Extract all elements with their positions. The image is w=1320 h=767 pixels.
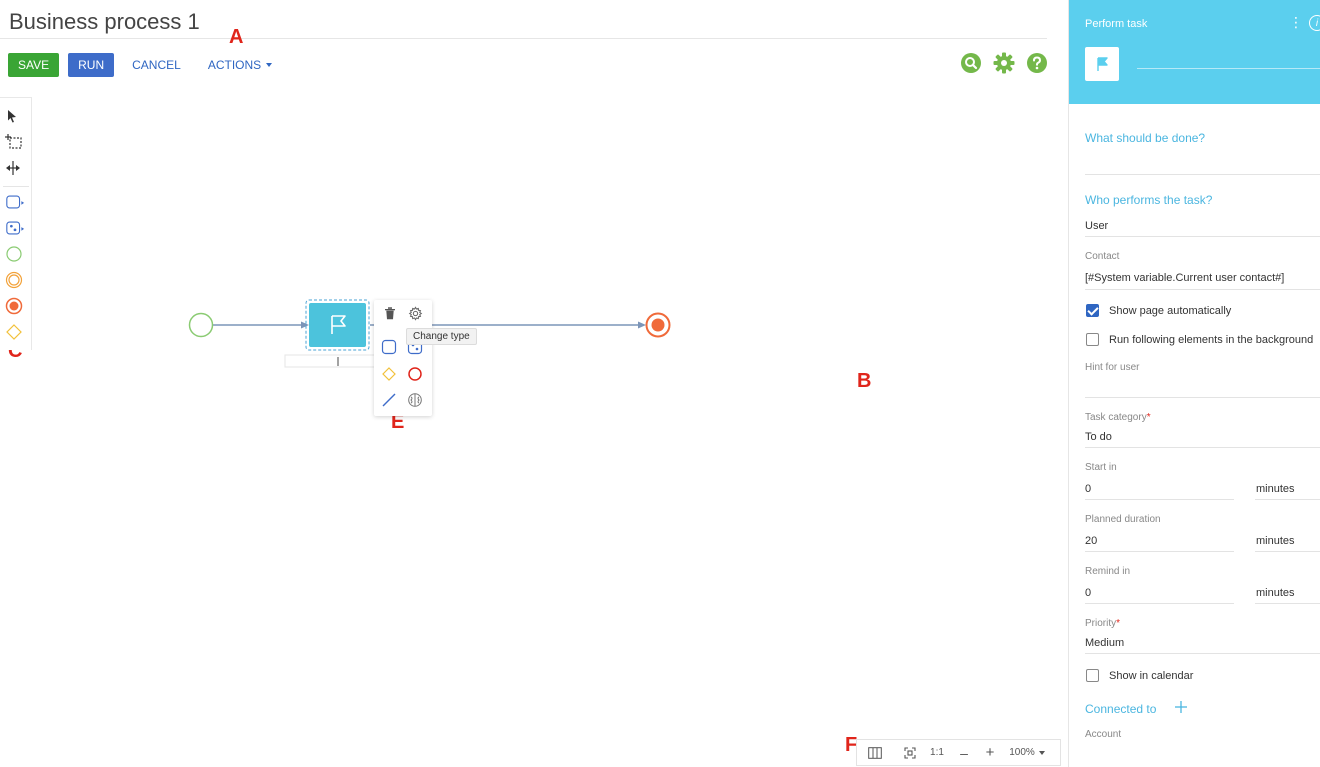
run-background-checkbox[interactable] — [1086, 333, 1099, 346]
reset-zoom-button[interactable]: 1:1 — [927, 740, 947, 765]
contact-field[interactable]: [#System variable.Current user contact#] — [1085, 272, 1284, 284]
element-type-icon-box — [1085, 47, 1119, 81]
cancel-button[interactable]: CANCEL — [132, 58, 181, 72]
start-event-tool-icon[interactable] — [5, 245, 25, 263]
priority-field[interactable]: Medium — [1085, 637, 1124, 649]
zoom-level-value: 100% — [1009, 747, 1035, 758]
start-in-label: Start in — [1085, 462, 1117, 473]
priority-label: Priority* — [1085, 618, 1121, 629]
element-context-pad — [374, 300, 432, 416]
help-icon[interactable] — [1026, 52, 1048, 74]
task-label-box[interactable] — [284, 354, 386, 368]
designer-toolbar: SAVE RUN CANCEL ACTIONS — [8, 52, 299, 77]
remind-in-unit-select[interactable]: minutes — [1256, 587, 1295, 599]
element-name-input[interactable] — [1137, 68, 1320, 69]
start-in-unit-select[interactable]: minutes — [1256, 483, 1295, 495]
field-underline — [1085, 236, 1320, 237]
hint-field[interactable] — [1085, 397, 1320, 398]
end-event-tool-icon[interactable] — [5, 297, 25, 315]
planned-duration-label: Planned duration — [1085, 514, 1161, 525]
chevron-down-icon — [1038, 750, 1045, 755]
gateway-tool-icon[interactable] — [5, 323, 25, 341]
panel-header: Perform task ⋮ i — [1069, 0, 1320, 104]
panel-title: Perform task — [1085, 18, 1148, 30]
element-properties-panel: Perform task ⋮ i What should be done? Wh… — [1068, 0, 1320, 767]
flag-icon — [1097, 57, 1108, 71]
info-icon[interactable]: i — [1309, 15, 1320, 31]
page-title: Business process 1 — [9, 9, 200, 34]
title-divider — [0, 38, 1047, 39]
planned-duration-unit-select[interactable]: minutes — [1256, 535, 1295, 547]
gateway-type-icon[interactable] — [380, 365, 398, 383]
header-icon-group — [960, 52, 1059, 74]
remind-in-label: Remind in — [1085, 566, 1131, 577]
settings-gear-icon[interactable] — [406, 304, 424, 322]
what-should-be-done-field[interactable] — [1085, 174, 1320, 175]
pointer-tool-icon[interactable] — [5, 107, 25, 125]
more-options-icon[interactable]: ⋮ — [1289, 14, 1303, 31]
fit-screen-icon[interactable] — [893, 740, 927, 765]
show-in-calendar-checkbox[interactable] — [1086, 669, 1099, 682]
run-button[interactable]: RUN — [68, 52, 115, 77]
field-underline — [1255, 499, 1320, 500]
subprocess-tool-icon[interactable] — [5, 219, 25, 237]
task-type-icon[interactable] — [380, 338, 398, 356]
brain-icon[interactable] — [406, 391, 424, 409]
end-event-type-icon[interactable] — [406, 365, 424, 383]
connected-to-link[interactable]: Connected to — [1085, 702, 1156, 716]
zoom-level-select[interactable]: 100% — [999, 740, 1055, 765]
element-palette — [0, 97, 32, 350]
what-should-be-done-link[interactable]: What should be done? — [1085, 131, 1205, 145]
field-underline — [1085, 653, 1320, 654]
palette-divider — [3, 186, 29, 187]
field-underline — [1085, 551, 1234, 552]
zoom-in-button[interactable]: + — [981, 740, 999, 765]
run-background-label: Run following elements in the background — [1109, 334, 1314, 346]
intermediate-event-tool-icon[interactable] — [5, 271, 25, 289]
contact-label: Contact — [1085, 251, 1120, 262]
account-label: Account — [1085, 729, 1122, 740]
gear-icon[interactable] — [993, 52, 1015, 74]
field-underline — [1085, 603, 1234, 604]
field-underline — [1255, 603, 1320, 604]
lasso-tool-icon[interactable] — [5, 133, 25, 151]
chevron-down-icon — [266, 62, 273, 67]
start-in-field[interactable]: 0 — [1085, 483, 1091, 495]
task-category-label: Task category* — [1085, 412, 1151, 423]
diagram-canvas[interactable] — [33, 80, 1068, 767]
save-button[interactable]: SAVE — [8, 52, 60, 77]
start-event[interactable] — [188, 312, 214, 338]
field-underline — [1255, 551, 1320, 552]
zoom-toolbar: 1:1 – + 100% — [856, 739, 1061, 766]
search-icon[interactable] — [960, 52, 982, 74]
trash-icon[interactable] — [381, 304, 399, 322]
task-tool-icon[interactable] — [5, 193, 25, 211]
task-category-field[interactable]: To do — [1085, 431, 1112, 443]
show-page-checkbox[interactable] — [1086, 304, 1099, 317]
who-performs-link[interactable]: Who performs the task? — [1085, 193, 1212, 207]
minimap-icon[interactable] — [857, 740, 893, 765]
change-type-tooltip: Change type — [406, 328, 477, 345]
hint-label: Hint for user — [1085, 362, 1140, 373]
remind-in-field[interactable]: 0 — [1085, 587, 1091, 599]
field-underline — [1085, 289, 1320, 290]
show-in-calendar-label: Show in calendar — [1109, 670, 1194, 682]
space-tool-icon[interactable] — [5, 159, 25, 177]
connector-icon[interactable] — [380, 391, 398, 409]
planned-duration-field[interactable]: 20 — [1085, 535, 1097, 547]
show-page-label: Show page automatically — [1109, 305, 1232, 317]
zoom-out-button[interactable]: – — [947, 740, 981, 765]
field-underline — [1085, 499, 1234, 500]
field-underline — [1085, 447, 1320, 448]
who-performs-value[interactable]: User — [1085, 220, 1108, 232]
callout-a: A — [229, 26, 244, 48]
perform-task-element[interactable] — [309, 303, 366, 347]
actions-button-label: ACTIONS — [207, 57, 262, 72]
add-connection-icon[interactable] — [1174, 700, 1188, 714]
actions-button[interactable]: ACTIONS — [207, 57, 273, 72]
